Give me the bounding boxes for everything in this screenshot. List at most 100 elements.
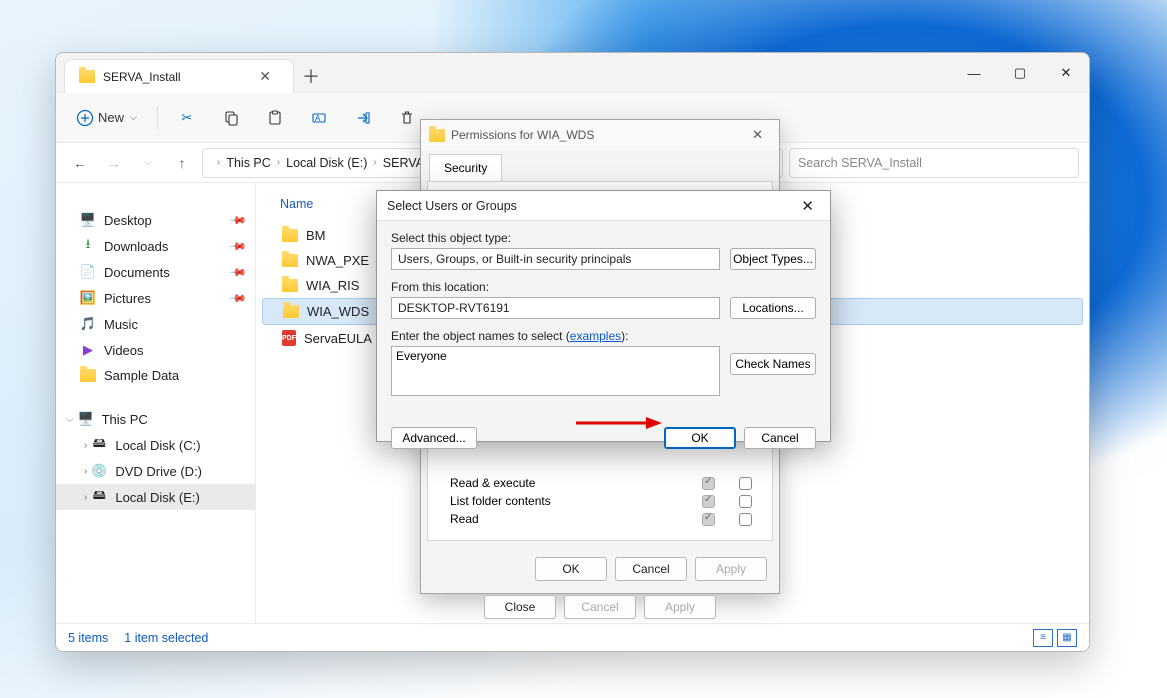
deny-checkbox[interactable] <box>739 513 752 526</box>
breadcrumb-item[interactable]: This PC <box>226 156 270 170</box>
sidebar-item-this-pc[interactable]: ⌵🖥️This PC <box>56 406 255 432</box>
share-button[interactable] <box>344 103 382 133</box>
permissions-close-button[interactable]: ✕ <box>744 125 771 145</box>
column-header-name[interactable]: Name <box>280 197 313 211</box>
examples-link[interactable]: examples <box>570 329 621 343</box>
close-window-button[interactable]: ✕ <box>1043 53 1089 93</box>
sidebar-item-music[interactable]: 🎵Music <box>56 311 255 337</box>
permission-label: Read <box>450 512 678 526</box>
sidebar-item-drive-c[interactable]: ›🖴Local Disk (C:) <box>56 432 255 458</box>
paste-button[interactable] <box>256 103 294 133</box>
breadcrumb-item[interactable]: Local Disk (E:) <box>286 156 367 170</box>
sidebar-item-pictures[interactable]: 🖼️Pictures📌 <box>56 285 255 311</box>
details-view-button[interactable]: ≡ <box>1033 629 1053 647</box>
check-names-button[interactable]: Check Names <box>730 353 816 375</box>
object-type-field: Users, Groups, or Built-in security prin… <box>391 248 720 270</box>
select-users-close-button[interactable]: ✕ <box>795 195 820 217</box>
permission-label: List folder contents <box>450 494 678 508</box>
ok-button[interactable]: OK <box>664 427 736 449</box>
window-tab[interactable]: SERVA_Install ✕ <box>64 59 294 93</box>
download-icon: ⭳ <box>80 238 96 254</box>
new-button[interactable]: New ⌵ <box>66 103 147 133</box>
folder-icon <box>283 305 299 318</box>
object-names-input[interactable] <box>391 346 720 396</box>
folder-icon <box>282 254 298 267</box>
deny-checkbox[interactable] <box>739 477 752 490</box>
videos-icon: ▶ <box>80 342 96 358</box>
pin-icon: 📌 <box>229 289 248 308</box>
object-types-button[interactable]: Object Types... <box>730 248 816 270</box>
properties-close-button[interactable]: Close <box>484 595 556 619</box>
cut-button[interactable]: ✂ <box>168 103 206 133</box>
sidebar-item-label: Documents <box>104 265 170 280</box>
copy-button[interactable] <box>212 103 250 133</box>
file-name: BM <box>306 228 326 243</box>
chevron-right-icon[interactable]: › <box>84 440 87 451</box>
rename-icon: A <box>310 109 328 127</box>
allow-checkbox[interactable] <box>702 513 715 526</box>
advanced-button[interactable]: Advanced... <box>391 427 477 449</box>
chevron-right-icon: › <box>215 157 222 168</box>
location-field: DESKTOP-RVT6191 <box>391 297 720 319</box>
maximize-button[interactable]: ▢ <box>997 53 1043 93</box>
recent-dropdown[interactable]: ⌵ <box>134 149 162 177</box>
permissions-apply-button[interactable]: Apply <box>695 557 767 581</box>
cancel-button[interactable]: Cancel <box>744 427 816 449</box>
tab-security[interactable]: Security <box>429 154 502 181</box>
breadcrumb-item[interactable]: SERVA <box>383 156 424 170</box>
thumbnails-view-button[interactable]: ▦ <box>1057 629 1077 647</box>
sidebar-item-dvd-d[interactable]: ›💿DVD Drive (D:) <box>56 458 255 484</box>
select-users-title: Select Users or Groups <box>387 199 517 213</box>
select-users-titlebar[interactable]: Select Users or Groups ✕ <box>377 191 830 221</box>
back-button[interactable]: ← <box>66 149 94 177</box>
allow-checkbox[interactable] <box>702 495 715 508</box>
permissions-tabs: Security <box>421 150 779 181</box>
sidebar-item-documents[interactable]: 📄Documents📌 <box>56 259 255 285</box>
folder-icon <box>429 129 445 142</box>
chevron-right-icon[interactable]: › <box>84 492 87 503</box>
sidebar-item-drive-e[interactable]: ›🖴Local Disk (E:) <box>56 484 255 510</box>
pc-icon: 🖥️ <box>78 411 94 427</box>
pin-icon: 📌 <box>229 211 248 230</box>
object-type-value: Users, Groups, or Built-in security prin… <box>398 252 631 266</box>
desktop-icon: 🖥️ <box>80 212 96 228</box>
permissions-cancel-button[interactable]: Cancel <box>615 557 687 581</box>
scissors-icon: ✂ <box>178 109 196 127</box>
sidebar-item-sample-data[interactable]: Sample Data <box>56 363 255 388</box>
sidebar-item-label: Videos <box>104 343 144 358</box>
allow-checkbox[interactable] <box>702 477 715 490</box>
plus-circle-icon <box>76 109 94 127</box>
status-count: 5 items <box>68 631 108 645</box>
deny-checkbox[interactable] <box>739 495 752 508</box>
chevron-right-icon[interactable]: › <box>84 466 87 477</box>
file-name: ServaEULA <box>304 331 372 346</box>
music-icon: 🎵 <box>80 316 96 332</box>
permissions-titlebar[interactable]: Permissions for WIA_WDS ✕ <box>421 120 779 150</box>
folder-icon <box>282 229 298 242</box>
folder-icon <box>282 279 298 292</box>
forward-button[interactable]: → <box>100 149 128 177</box>
up-button[interactable]: ↑ <box>168 149 196 177</box>
sidebar-item-label: Sample Data <box>104 368 179 383</box>
copy-icon <box>222 109 240 127</box>
file-name: WIA_RIS <box>306 278 359 293</box>
sidebar-item-label: Local Disk (E:) <box>115 490 200 505</box>
sidebar-item-label: Downloads <box>104 239 168 254</box>
sidebar-item-videos[interactable]: ▶ Videos <box>56 337 255 363</box>
chevron-down-icon[interactable]: ⌵ <box>66 414 74 425</box>
properties-cancel-button[interactable]: Cancel <box>564 595 636 619</box>
sidebar-item-label: Desktop <box>104 213 152 228</box>
new-tab-button[interactable]: ＋ <box>294 59 328 93</box>
minimize-button[interactable]: — <box>951 53 997 93</box>
tab-close-button[interactable]: ✕ <box>253 66 277 87</box>
status-selected: 1 item selected <box>124 631 208 645</box>
chevron-right-icon: › <box>371 157 378 168</box>
search-input[interactable]: Search SERVA_Install <box>789 148 1079 178</box>
locations-button[interactable]: Locations... <box>730 297 816 319</box>
permissions-ok-button[interactable]: OK <box>535 557 607 581</box>
rename-button[interactable]: A <box>300 103 338 133</box>
sidebar-item-downloads[interactable]: ⭳Downloads📌 <box>56 233 255 259</box>
properties-apply-button[interactable]: Apply <box>644 595 716 619</box>
sidebar-item-desktop[interactable]: 🖥️ Desktop 📌 <box>56 207 255 233</box>
drive-icon: 🖴 <box>91 437 107 453</box>
